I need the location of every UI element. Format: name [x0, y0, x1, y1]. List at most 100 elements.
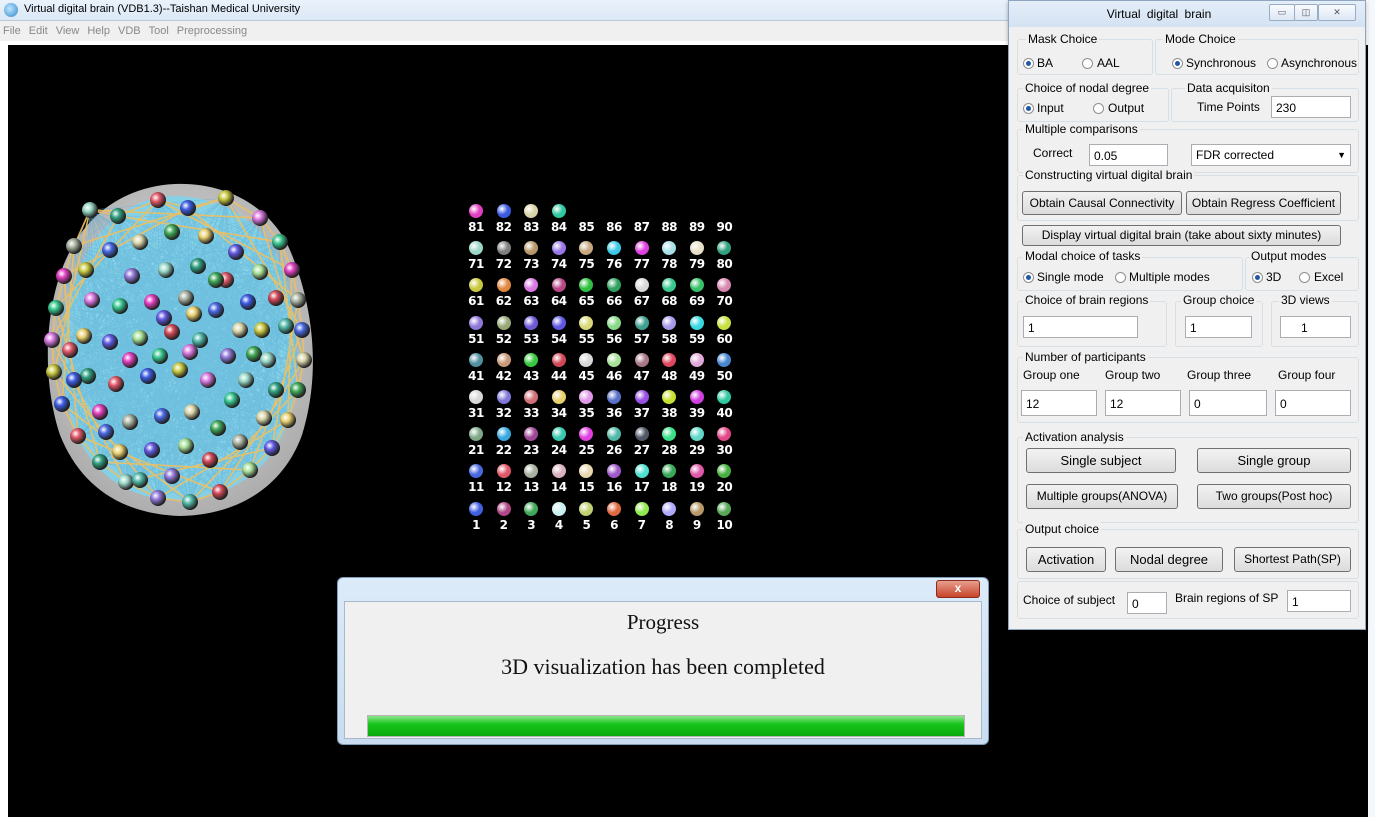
- output-3d-radio[interactable]: [1252, 272, 1263, 283]
- brain-node-sphere: [296, 352, 312, 368]
- node-sphere-59: [689, 315, 704, 330]
- single-mode-radio[interactable]: [1023, 272, 1034, 283]
- brain-node-sphere: [46, 364, 62, 380]
- node-sphere-15: [579, 464, 594, 479]
- brain-node-sphere: [278, 318, 294, 334]
- node-sphere-5: [579, 501, 594, 516]
- brain-node-sphere: [156, 310, 172, 326]
- minimize-button[interactable]: ▭: [1269, 4, 1295, 21]
- nodal-degree-output-button[interactable]: Nodal degree: [1115, 547, 1223, 572]
- choice-of-subject-input[interactable]: 0: [1127, 592, 1167, 614]
- node-label: 75: [578, 257, 595, 272]
- activation-output-button[interactable]: Activation: [1026, 547, 1106, 572]
- node-label: 86: [606, 220, 622, 234]
- node-sphere-57: [634, 315, 649, 330]
- node-sphere-39: [689, 390, 704, 404]
- node-sphere-75: [579, 241, 594, 256]
- group-one-input[interactable]: 12: [1021, 390, 1097, 416]
- menu-edit[interactable]: Edit: [25, 22, 52, 37]
- node-label: 10: [716, 517, 733, 532]
- obtain-causal-connectivity-button[interactable]: Obtain Causal Connectivity: [1022, 191, 1182, 215]
- node-sphere-73: [524, 241, 539, 256]
- node-sphere-69: [689, 278, 704, 293]
- node-sphere-83: [524, 204, 539, 218]
- node-sphere-34: [551, 390, 566, 404]
- node-sphere-14: [551, 464, 566, 479]
- brain-node-sphere: [198, 228, 214, 244]
- menu-help[interactable]: Help: [83, 22, 114, 37]
- output-excel-radio[interactable]: [1299, 272, 1310, 283]
- panel-titlebar[interactable]: Virtual digital brain ▭ ◫ ✕: [1009, 1, 1365, 27]
- sp-regions-input[interactable]: 1: [1287, 590, 1351, 612]
- group-choice-input[interactable]: 1: [1185, 316, 1252, 338]
- progress-bar-fill: [368, 716, 964, 736]
- node-sphere-43: [524, 352, 539, 367]
- multiple-groups-anova-button[interactable]: Multiple groups(ANOVA): [1026, 484, 1178, 509]
- nodal-output-radio[interactable]: [1093, 103, 1104, 114]
- control-panel: Virtual digital brain ▭ ◫ ✕ Mask Choice …: [1008, 0, 1366, 630]
- menu-tool[interactable]: Tool: [145, 22, 173, 37]
- single-subject-button[interactable]: Single subject: [1026, 448, 1176, 473]
- node-label: 9: [692, 517, 701, 532]
- brain-node-sphere: [92, 404, 108, 420]
- node-label: 70: [716, 294, 733, 309]
- obtain-regress-coefficient-button[interactable]: Obtain Regress Coefficient: [1186, 191, 1341, 215]
- node-sphere-72: [496, 241, 511, 256]
- menu-view[interactable]: View: [52, 22, 84, 37]
- two-groups-post-hoc-button[interactable]: Two groups(Post hoc): [1197, 484, 1351, 509]
- menu-file[interactable]: File: [0, 22, 25, 37]
- brain-regions-input[interactable]: 1: [1023, 316, 1138, 338]
- 3d-views-input[interactable]: 1: [1280, 316, 1351, 338]
- main-titlebar[interactable]: Virtual digital brain (VDB1.3)--Taishan …: [0, 0, 1010, 21]
- correct-input[interactable]: 0.05: [1089, 144, 1168, 166]
- brain-node-sphere: [54, 396, 70, 412]
- brain-node-sphere: [80, 368, 96, 384]
- dialog-close-button[interactable]: x: [936, 580, 980, 598]
- node-label: 71: [468, 257, 484, 272]
- node-label: 46: [606, 368, 622, 383]
- multiple-modes-radio[interactable]: [1115, 272, 1126, 283]
- node-sphere-41: [469, 352, 483, 367]
- correction-method-select[interactable]: FDR corrected ▼: [1191, 144, 1351, 166]
- time-points-input[interactable]: 230: [1271, 96, 1351, 118]
- node-label: 3: [527, 517, 536, 532]
- brain-node-sphere: [256, 410, 272, 426]
- mode-synchronous-radio[interactable]: [1172, 58, 1183, 69]
- node-label: 57: [633, 331, 650, 346]
- node-sphere-68: [662, 278, 677, 293]
- brain-node-sphere: [202, 452, 218, 468]
- group-three-input[interactable]: 0: [1189, 390, 1267, 416]
- node-sphere-70: [717, 278, 732, 293]
- mode-asynchronous-radio[interactable]: [1267, 58, 1278, 69]
- display-virtual-brain-button[interactable]: Display virtual digital brain (take abou…: [1022, 225, 1341, 246]
- brain-3d-render[interactable]: [40, 180, 320, 520]
- brain-node-sphere: [112, 444, 128, 460]
- menu-preprocessing[interactable]: Preprocessing: [173, 22, 251, 37]
- node-sphere-26: [607, 427, 621, 442]
- node-sphere-1: [469, 501, 483, 516]
- node-sphere-77: [634, 241, 649, 256]
- single-group-button[interactable]: Single group: [1197, 448, 1351, 473]
- node-label: 14: [550, 480, 567, 495]
- group-four-input[interactable]: 0: [1275, 390, 1351, 416]
- maximize-button[interactable]: ◫: [1294, 4, 1318, 21]
- mask-aal-radio[interactable]: [1082, 58, 1093, 69]
- node-sphere-55: [579, 315, 594, 330]
- node-sphere-38: [662, 390, 677, 404]
- node-label: 7: [637, 517, 646, 532]
- node-sphere-18: [662, 464, 677, 479]
- brain-node-sphere: [200, 372, 216, 388]
- shortest-path-button[interactable]: Shortest Path(SP): [1234, 547, 1351, 572]
- panel-close-button[interactable]: ✕: [1318, 4, 1356, 21]
- mask-ba-radio[interactable]: [1023, 58, 1034, 69]
- node-sphere-40: [717, 390, 732, 404]
- menu-vdb[interactable]: VDB: [114, 22, 145, 37]
- brain-node-sphere: [242, 462, 258, 478]
- node-label: 4: [554, 517, 563, 532]
- group-two-input[interactable]: 12: [1105, 390, 1181, 416]
- app-icon: [4, 3, 18, 17]
- node-label: 1: [472, 517, 480, 532]
- nodal-input-radio[interactable]: [1023, 103, 1034, 114]
- brain-node-sphere: [158, 262, 174, 278]
- brain-node-sphere: [254, 322, 270, 338]
